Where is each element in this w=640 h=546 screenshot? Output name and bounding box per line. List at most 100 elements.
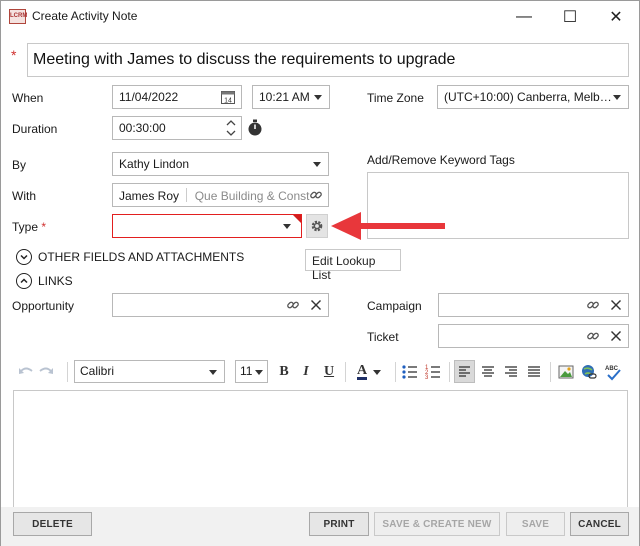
svg-text:3: 3: [425, 375, 429, 381]
ticket-field[interactable]: [438, 324, 629, 348]
cancel-button[interactable]: CANCEL: [570, 512, 629, 536]
chevron-down-icon: [613, 95, 621, 100]
app-icon: LCRM: [9, 9, 27, 24]
with-divider: [186, 188, 188, 202]
type-dropdown[interactable]: [112, 214, 302, 238]
opportunity-field[interactable]: [112, 293, 329, 317]
link-icon[interactable]: [586, 329, 600, 343]
stopwatch-icon[interactable]: [247, 119, 263, 137]
with-field[interactable]: James Roy Que Building & Const: [112, 183, 329, 207]
link-icon[interactable]: [586, 298, 600, 312]
align-left-icon: [459, 366, 470, 377]
undo-icon[interactable]: [17, 362, 35, 382]
edit-lookup-list-button[interactable]: [306, 214, 328, 238]
editor-toolbar: Calibri 11 B I U A 1 2 3 ABC: [11, 358, 629, 386]
duration-value: 00:30:00: [119, 121, 166, 135]
note-editor[interactable]: [13, 390, 628, 510]
font-size-dropdown[interactable]: 11: [235, 360, 268, 383]
when-label: When: [12, 91, 44, 105]
chevron-down-icon: [373, 369, 382, 375]
with-contact: James Roy: [119, 189, 180, 203]
chevron-down-icon: [209, 370, 217, 375]
maximize-button[interactable]: ☐: [547, 1, 593, 33]
chevron-down-icon: [255, 370, 263, 375]
with-company: Que Building & Const: [194, 189, 310, 203]
toolbar-separator: [550, 362, 551, 382]
create-activity-note-dialog: LCRM Create Activity Note — ☐ ✕ * Meetin…: [0, 0, 640, 546]
duration-field[interactable]: 00:30:00: [112, 116, 242, 140]
align-right-icon[interactable]: [502, 362, 520, 382]
numbered-list-icon[interactable]: 1 2 3: [424, 362, 442, 382]
font-size-value: 11: [240, 364, 253, 378]
stepper-icon[interactable]: [225, 118, 237, 138]
subject-input[interactable]: Meeting with James to discuss the requir…: [27, 43, 629, 77]
bullet-list-icon[interactable]: [401, 362, 419, 382]
redo-icon[interactable]: [37, 362, 55, 382]
links-section-label[interactable]: LINKS: [38, 274, 73, 288]
annotation-arrow-shaft: [359, 223, 445, 229]
when-time-dropdown[interactable]: 10:21 AM: [252, 85, 330, 109]
delete-button[interactable]: DELETE: [13, 512, 92, 536]
save-create-new-button[interactable]: SAVE & CREATE NEW: [374, 512, 500, 536]
calendar-icon[interactable]: 14: [220, 89, 236, 105]
clear-icon[interactable]: [610, 299, 622, 311]
when-date-field[interactable]: 11/04/2022 14: [112, 85, 242, 109]
spell-check-icon[interactable]: ABC: [603, 362, 623, 382]
chevron-up-icon: [20, 278, 28, 284]
time-zone-label: Time Zone: [367, 91, 424, 105]
keyword-tags-label: Add/Remove Keyword Tags: [367, 153, 515, 167]
toolbar-separator: [449, 362, 450, 382]
chevron-down-icon: [313, 162, 321, 167]
window-title: Create Activity Note: [32, 9, 138, 23]
time-zone-dropdown[interactable]: (UTC+10:00) Canberra, Melb…: [437, 85, 629, 109]
chevron-down-icon: [20, 254, 28, 260]
toolbar-separator: [67, 362, 68, 382]
type-label: Type *: [12, 220, 46, 234]
by-value: Kathy Lindon: [119, 157, 190, 171]
ticket-label: Ticket: [367, 330, 399, 344]
italic-button[interactable]: I: [297, 362, 315, 382]
toolbar-separator: [345, 362, 346, 382]
minimize-button[interactable]: —: [501, 1, 547, 33]
campaign-field[interactable]: [438, 293, 629, 317]
print-button[interactable]: PRINT: [309, 512, 369, 536]
duration-label: Duration: [12, 122, 58, 136]
by-dropdown[interactable]: Kathy Lindon: [112, 152, 329, 176]
time-zone-value: (UTC+10:00) Canberra, Melb…: [444, 90, 612, 104]
insert-image-icon[interactable]: [557, 362, 575, 382]
by-label: By: [12, 158, 27, 172]
save-button[interactable]: SAVE: [506, 512, 565, 536]
required-indicator: [293, 215, 301, 223]
campaign-label: Campaign: [367, 299, 422, 313]
bold-button[interactable]: B: [275, 362, 293, 382]
font-family-value: Calibri: [80, 364, 115, 378]
type-label-text: Type: [12, 220, 39, 234]
annotation-arrow-head: [331, 212, 361, 240]
align-justify-icon[interactable]: [525, 362, 543, 382]
link-icon[interactable]: [309, 188, 323, 202]
insert-link-icon[interactable]: [580, 362, 598, 382]
font-family-dropdown[interactable]: Calibri: [74, 360, 225, 383]
clear-icon[interactable]: [610, 330, 622, 342]
collapse-links-button[interactable]: [16, 273, 32, 289]
svg-text:14: 14: [224, 98, 232, 105]
close-button[interactable]: ✕: [593, 1, 639, 33]
align-center-icon[interactable]: [479, 362, 497, 382]
tooltip: Edit Lookup List: [305, 249, 401, 282]
font-color-letter: A: [356, 363, 368, 380]
toolbar-separator: [395, 362, 396, 382]
when-date-value: 11/04/2022: [119, 90, 179, 104]
title-bar: LCRM Create Activity Note — ☐ ✕: [1, 1, 639, 33]
font-color-button[interactable]: A: [351, 362, 387, 382]
chevron-down-icon: [283, 224, 291, 229]
when-time-value: 10:21 AM: [259, 90, 310, 104]
subject-required-marker: *: [11, 47, 17, 63]
link-icon[interactable]: [286, 298, 300, 312]
other-fields-section-label[interactable]: OTHER FIELDS AND ATTACHMENTS: [38, 250, 244, 264]
type-required-marker: *: [41, 220, 47, 234]
clear-icon[interactable]: [310, 299, 322, 311]
expand-other-fields-button[interactable]: [16, 249, 32, 265]
underline-button[interactable]: U: [320, 362, 338, 382]
chevron-down-icon: [314, 95, 322, 100]
align-left-button[interactable]: [454, 360, 475, 383]
